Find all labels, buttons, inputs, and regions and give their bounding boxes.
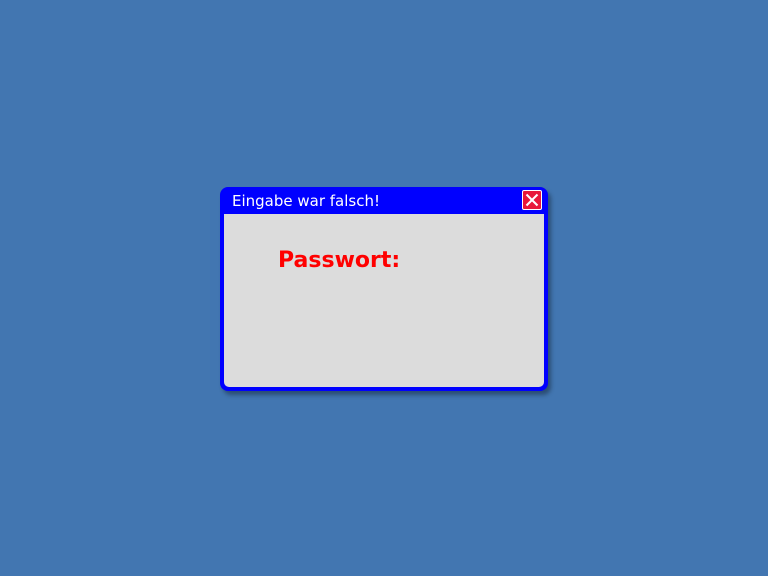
dialog-content: Passwort: <box>224 214 544 387</box>
error-dialog: Eingabe war falsch! Passwort: <box>220 187 548 391</box>
password-label: Passwort: <box>278 248 401 273</box>
dialog-titlebar[interactable]: Eingabe war falsch! <box>224 187 544 214</box>
dialog-title: Eingabe war falsch! <box>232 192 381 210</box>
close-button[interactable] <box>522 190 542 210</box>
close-icon <box>525 193 539 207</box>
